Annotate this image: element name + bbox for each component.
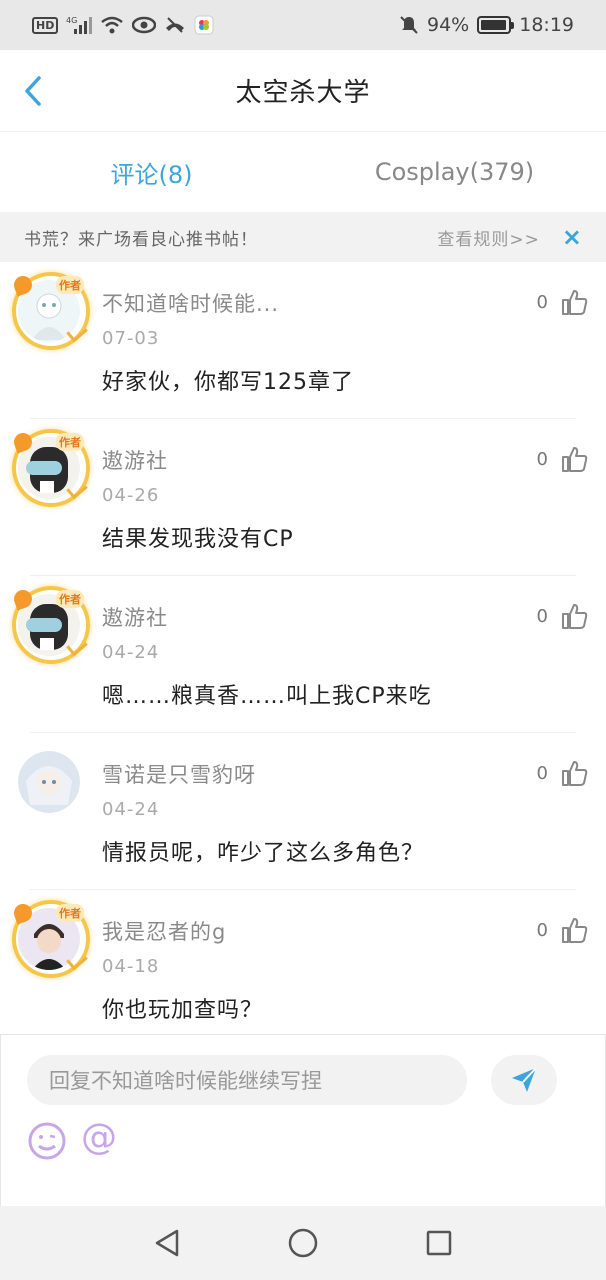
comment-date: 04-24 <box>102 642 160 663</box>
author-badge: 作者 <box>56 276 84 294</box>
thumbs-up-icon <box>562 447 588 472</box>
emoji-icon <box>28 1122 66 1160</box>
comment-date: 07-03 <box>102 328 160 349</box>
comment-username[interactable]: 雪诺是只雪豹呀 <box>102 759 256 789</box>
title-bar: 太空杀大学 <box>0 50 606 132</box>
comment-item: 作者 我是忍者的g 04-18 你也玩加查吗？ 0 <box>0 890 606 1047</box>
call-off-icon <box>164 16 186 34</box>
status-left: HD 4G <box>32 15 214 35</box>
battery-icon <box>477 16 515 34</box>
like-count: 0 <box>536 919 548 941</box>
status-right: 94% 18:19 <box>399 14 574 36</box>
signal-icon: 4G <box>66 15 93 35</box>
rules-link[interactable]: 查看规则>> <box>437 225 540 250</box>
mention-button[interactable]: @ <box>81 1117 117 1158</box>
reply-area: 回复不知道啥时候能继续写捏 @ <box>0 1034 606 1206</box>
comment-content: 结果发现我没有CP <box>102 527 294 552</box>
avatar[interactable]: 作者 <box>11 272 90 350</box>
notice-text: 书荒？来广场看良心推书帖！ <box>24 229 258 250</box>
app-icon <box>194 15 214 35</box>
clock: 18:19 <box>519 14 574 36</box>
like-button[interactable]: 0 <box>537 445 588 473</box>
avatar[interactable]: 作者 <box>11 900 90 978</box>
thumbs-up-icon <box>562 604 588 629</box>
send-button[interactable] <box>491 1055 557 1105</box>
nav-recent-button[interactable] <box>421 1225 457 1261</box>
author-badge: 作者 <box>56 590 84 608</box>
tab-cosplay[interactable]: Cosplay(379) <box>303 132 606 212</box>
comment-content: 嗯……粮真香……叫上我CP来吃 <box>102 684 432 709</box>
network-label: 4G <box>66 16 77 25</box>
back-button[interactable] <box>18 76 48 106</box>
tab-comments[interactable]: 评论(8) <box>0 132 303 212</box>
comment-username[interactable]: 遨游社 <box>102 602 168 632</box>
send-icon <box>512 1067 537 1092</box>
author-badge: 作者 <box>56 904 84 922</box>
nav-home-button[interactable] <box>285 1225 321 1261</box>
like-count: 0 <box>536 291 548 313</box>
battery-fill <box>481 20 506 30</box>
wifi-icon <box>100 15 124 35</box>
like-count: 0 <box>536 448 548 470</box>
notice-bar: 书荒？来广场看良心推书帖！ 查看规则>> × <box>0 212 606 262</box>
thumbs-up-icon <box>562 761 588 786</box>
comment-item: 作者 不知道啥时候能... 07-03 好家伙，你都写125章了 0 <box>0 262 606 419</box>
comment-content: 你也玩加查吗？ <box>102 998 264 1023</box>
battery-percent: 94% <box>427 14 470 36</box>
square-recent-icon <box>426 1230 452 1256</box>
comment-list: 作者 不知道啥时候能... 07-03 好家伙，你都写125章了 0 作者 遨游… <box>0 262 606 1047</box>
like-count: 0 <box>536 762 548 784</box>
close-icon[interactable]: × <box>562 225 582 249</box>
comment-date: 04-24 <box>102 799 160 820</box>
nav-back-button[interactable] <box>149 1225 185 1261</box>
triangle-back-icon <box>155 1229 179 1257</box>
like-button[interactable]: 0 <box>537 759 588 787</box>
avatar-3 <box>18 751 80 813</box>
comment-item: 雪诺是只雪豹呀 04-24 情报员呢，咋少了这么多角色？ 0 <box>0 733 606 890</box>
like-count: 0 <box>536 605 548 627</box>
comment-date: 04-18 <box>102 956 160 977</box>
comment-date: 04-26 <box>102 485 160 506</box>
thumbs-up-icon <box>562 290 588 315</box>
comment-username[interactable]: 我是忍者的g <box>102 916 226 946</box>
comment-username[interactable]: 不知道啥时候能... <box>102 288 279 318</box>
comment-item: 作者 遨游社 04-26 结果发现我没有CP 0 <box>0 419 606 576</box>
like-button[interactable]: 0 <box>537 288 588 316</box>
hd-icon: HD <box>32 16 59 34</box>
nav-bar <box>0 1206 606 1280</box>
like-button[interactable]: 0 <box>537 602 588 630</box>
page-title: 太空杀大学 <box>235 78 371 108</box>
chevron-left-icon <box>25 76 41 106</box>
tab-bar: 评论(8) Cosplay(379) <box>0 132 606 212</box>
status-bar: HD 4G 94% 18:19 <box>0 0 606 50</box>
thumbs-up-icon <box>562 918 588 943</box>
circle-home-icon <box>288 1228 318 1258</box>
comment-username[interactable]: 遨游社 <box>102 445 168 475</box>
author-badge: 作者 <box>56 433 84 451</box>
comment-item: 作者 遨游社 04-24 嗯……粮真香……叫上我CP来吃 0 <box>0 576 606 733</box>
like-button[interactable]: 0 <box>537 916 588 944</box>
emoji-button[interactable] <box>27 1121 67 1161</box>
eye-icon <box>132 16 157 34</box>
avatar[interactable] <box>12 743 90 821</box>
comment-content: 情报员呢，咋少了这么多角色？ <box>102 841 425 866</box>
avatar[interactable]: 作者 <box>11 586 90 664</box>
mute-icon <box>399 15 419 35</box>
reply-input[interactable]: 回复不知道啥时候能继续写捏 <box>27 1055 467 1105</box>
comment-content: 好家伙，你都写125章了 <box>102 370 354 395</box>
avatar[interactable]: 作者 <box>11 429 90 507</box>
